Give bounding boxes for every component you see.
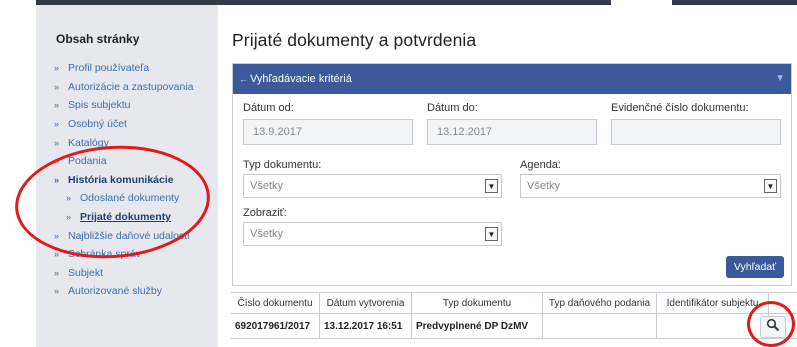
sidebar-item-label: Odoslané dokumenty bbox=[80, 192, 180, 205]
sidebar-item-label: Osobný účet bbox=[68, 118, 127, 131]
chevron-down-icon[interactable]: ▼ bbox=[775, 73, 785, 84]
view-detail-button[interactable] bbox=[760, 316, 786, 338]
sidebar-item-osobny-ucet[interactable]: » Osobný účet bbox=[54, 115, 216, 134]
search-criteria-title: Vyhľadávacie kritériá bbox=[250, 73, 352, 85]
sidebar-item-schranka[interactable]: » Schránka správ bbox=[54, 245, 216, 264]
sidebar-item-katalogy[interactable]: » Katalógy bbox=[54, 133, 216, 152]
search-criteria-header[interactable]: ← Vyhľadávacie kritériá ▼ bbox=[233, 64, 791, 94]
display-select[interactable]: Všetky ▼ bbox=[243, 222, 502, 246]
agenda-value: Všetky bbox=[527, 180, 561, 192]
sidebar-item-historia[interactable]: » História komunikácie bbox=[54, 171, 216, 190]
sidebar-item-label: Spis subjektu bbox=[68, 99, 131, 112]
results-table: Číslo dokumentu Dátum vytvorenia Typ dok… bbox=[231, 292, 797, 347]
sidebar-item-prijate[interactable]: » Prijaté dokumenty bbox=[54, 208, 216, 227]
column-header[interactable]: Typ daňového podania bbox=[542, 293, 656, 313]
table-cell: 692017961/2017 bbox=[235, 320, 311, 332]
sidebar-item-podania[interactable]: » Podania bbox=[54, 152, 216, 171]
doc-type-value: Všetky bbox=[250, 180, 284, 192]
chevron-down-icon: » bbox=[66, 212, 72, 223]
chevron-right-icon: » bbox=[54, 119, 60, 130]
table-cell bbox=[542, 314, 656, 338]
page: Obsah stránky » Profil používateľa » Aut… bbox=[0, 0, 797, 347]
sidebar-item-label: Schránka správ bbox=[68, 248, 141, 261]
sidebar-item-autorizacie[interactable]: » Autorizácie a zastupovania bbox=[54, 78, 216, 97]
chevron-right-icon: » bbox=[54, 137, 60, 148]
sidebar-item-subjekt[interactable]: » Subjekt bbox=[54, 264, 216, 283]
chevron-right-icon: » bbox=[54, 249, 60, 260]
sidebar-item-label: Prijaté dokumenty bbox=[80, 211, 172, 224]
chevron-right-icon: » bbox=[54, 230, 60, 241]
sidebar-item-spis[interactable]: » Spis subjektu bbox=[54, 96, 216, 115]
top-bar-right bbox=[672, 0, 797, 5]
date-to-label: Dátum do: bbox=[427, 102, 478, 114]
display-label: Zobraziť: bbox=[243, 207, 287, 219]
chevron-right-icon: » bbox=[54, 81, 60, 92]
doc-number-label: Evidenčné číslo dokumentu: bbox=[611, 102, 749, 114]
sidebar-item-autorizovane-sluzby[interactable]: » Autorizované služby bbox=[54, 282, 216, 301]
table-cell: Predvyplnené DP DzMV bbox=[411, 314, 542, 338]
sidebar-item-label: Autorizácie a zastupovania bbox=[68, 80, 194, 93]
sidebar-item-label: Katalógy bbox=[68, 136, 109, 149]
chevron-right-icon: » bbox=[54, 286, 60, 297]
page-title: Prijaté dokumenty a potvrdenia bbox=[232, 30, 477, 50]
sidebar-item-label: Profil používateľa bbox=[68, 62, 150, 75]
search-button[interactable]: Vyhľadať bbox=[726, 256, 784, 278]
doc-type-select[interactable]: Všetky ▼ bbox=[243, 174, 502, 198]
chevron-right-icon: » bbox=[66, 193, 72, 204]
sidebar-item-label: Najbližšie daňové udalosti bbox=[68, 229, 190, 242]
arrow-left-icon: ← bbox=[239, 74, 248, 84]
sidebar-item-label: Subjekt bbox=[68, 266, 104, 279]
sidebar-item-label: História komunikácie bbox=[68, 173, 174, 186]
column-header[interactable]: Dátum vytvorenia bbox=[319, 293, 411, 313]
sidebar: Obsah stránky » Profil používateľa » Aut… bbox=[36, 5, 218, 347]
sidebar-item-odoslane[interactable]: » Odoslané dokumenty bbox=[54, 189, 216, 208]
sidebar-nav: » Profil používateľa » Autorizácie a zas… bbox=[54, 59, 216, 301]
table-cell: 13.12.2017 16:51 bbox=[319, 314, 411, 338]
magnifier-icon bbox=[766, 318, 780, 337]
date-to-input[interactable]: 13.12.2017 bbox=[427, 119, 597, 145]
date-from-input[interactable]: 13.9.2017 bbox=[243, 119, 413, 145]
agenda-label: Agenda: bbox=[520, 159, 561, 171]
sidebar-title: Obsah stránky bbox=[56, 32, 140, 46]
chevron-down-icon[interactable]: ▼ bbox=[764, 179, 777, 193]
chevron-down-icon: » bbox=[54, 174, 60, 185]
column-header[interactable]: Číslo dokumentu bbox=[231, 293, 319, 313]
chevron-down-icon[interactable]: ▼ bbox=[485, 227, 498, 241]
table-cell bbox=[656, 314, 768, 338]
chevron-right-icon: » bbox=[54, 156, 60, 167]
chevron-down-icon[interactable]: ▼ bbox=[485, 179, 498, 193]
doc-number-input[interactable] bbox=[611, 119, 781, 145]
sidebar-item-danove-udalosti[interactable]: » Najbližšie daňové udalosti bbox=[54, 226, 216, 245]
display-value: Všetky bbox=[250, 228, 284, 240]
doc-type-label: Typ dokumentu: bbox=[243, 159, 322, 171]
date-from-label: Dátum od: bbox=[243, 102, 294, 114]
search-criteria-panel: ← Vyhľadávacie kritériá ▼ Dátum od: 13.9… bbox=[232, 63, 792, 286]
column-header[interactable]: Identifikátor subjektu bbox=[656, 293, 768, 313]
column-header-empty bbox=[768, 293, 797, 313]
table-header: Číslo dokumentu Dátum vytvorenia Typ dok… bbox=[231, 292, 797, 314]
table-row[interactable]: 692017961/2017 13.12.2017 16:51 Predvypl… bbox=[231, 314, 797, 339]
chevron-right-icon: » bbox=[54, 63, 60, 74]
sidebar-item-profil[interactable]: » Profil používateľa bbox=[54, 59, 216, 78]
chevron-right-icon: » bbox=[54, 100, 60, 111]
column-header[interactable]: Typ dokumentu bbox=[411, 293, 542, 313]
sidebar-item-label: Autorizované služby bbox=[68, 285, 162, 298]
sidebar-item-label: Podania bbox=[68, 155, 107, 168]
chevron-right-icon: » bbox=[54, 267, 60, 278]
agenda-select[interactable]: Všetky ▼ bbox=[520, 174, 781, 198]
